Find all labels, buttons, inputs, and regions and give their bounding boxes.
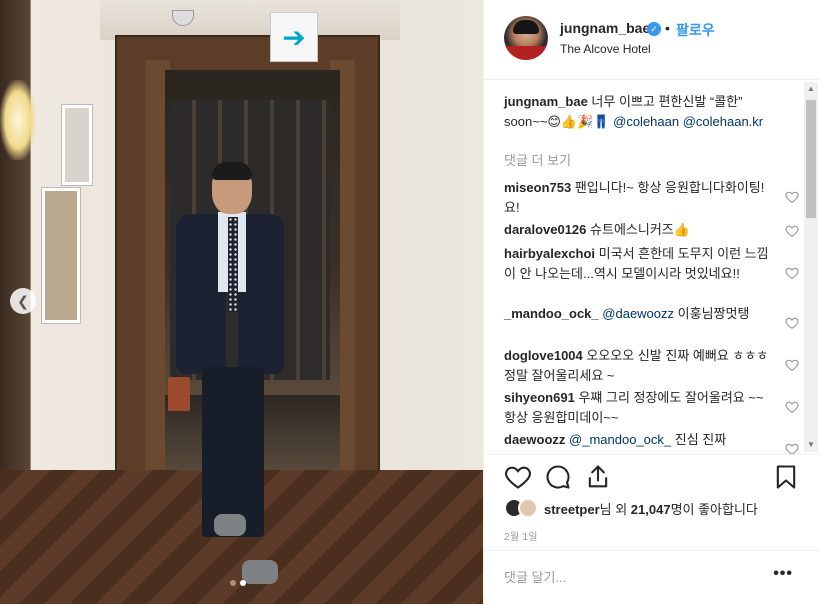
likes-row: streetper님 외 21,047명이 좋아합니다 [504,496,758,520]
heart-icon[interactable] [504,463,532,491]
likes-text[interactable]: streetper님 외 21,047명이 좋아합니다 [544,499,758,518]
chevron-left-icon[interactable]: ❮ [10,288,36,314]
photo-lamp [0,80,36,160]
more-options-icon[interactable]: ••• [773,565,793,583]
heart-icon[interactable] [785,224,799,238]
separator-dot: • [665,20,670,36]
comment-input[interactable]: 댓글 달기... [504,567,566,586]
scroll-down-icon[interactable]: ▼ [804,438,818,452]
scroll-up-icon[interactable]: ▲ [804,82,818,96]
follow-button[interactable]: 팔로우 [676,20,715,40]
likes-text-end: 명이 좋아합니다 [670,501,758,517]
verified-badge-icon: ✓ [647,22,661,36]
heart-icon[interactable] [785,266,799,280]
comments-scrollbar[interactable]: ▲ ▼ [804,82,818,452]
person-hair [212,162,252,180]
person-tie [228,217,238,312]
post-header: jungnam_bae ✓ • 팔로우 The Alcove Hotel [484,0,820,80]
comment-username[interactable]: daralove0126 [504,222,586,237]
comment-username[interactable]: sihyeon691 [504,390,575,405]
bookmark-icon[interactable] [772,463,800,491]
comment-icon[interactable] [544,463,572,491]
comment-item: _mandoo_ock_ @daewoozz 이훙님짱멋탱 [504,304,774,324]
comment-username[interactable]: hairbyalexchoi [504,246,595,261]
avatar[interactable] [504,16,548,60]
exit-arrow-icon: ➔ [270,12,318,62]
scrollbar-thumb[interactable] [806,100,816,218]
avatar-shirt [504,46,548,60]
comment-item: daralove0126 슈트에스니커즈👍 [504,220,774,240]
comment-tag[interactable]: @daewoozz [602,306,674,321]
heart-icon[interactable] [785,358,799,372]
likes-text-mid: 님 외 [599,501,631,517]
post-actions-bar [484,454,820,498]
person-shoe [242,560,278,584]
comments-list[interactable]: jungnam_bae 너무 이쁘고 편한신발 “콜한” soon~~😊👍🎉👖 … [484,80,820,454]
comment-username[interactable]: _mandoo_ock_ [504,306,599,321]
person-pants [202,367,264,537]
comment-item: daewoozz @_mandoo_ock_ 진심 진짜 [504,430,774,450]
person-cup [168,377,190,411]
comment-item: sihyeon691 우쨰 그리 정장에도 잘어울려요 ~~항상 응원합미데이~… [504,388,774,428]
comment-item: doglove1004 오오오오 신발 진짜 예뻐요 ㅎㅎㅎ 정말 잘어울리세요… [504,346,774,386]
comment-text: 이훙님짱멋탱 [677,306,750,321]
heart-icon[interactable] [785,316,799,330]
avatar-hair [513,20,539,34]
photo-person [168,162,288,592]
add-comment-bar: 댓글 달기... ••• [484,550,820,604]
share-icon[interactable] [584,463,612,491]
post-panel: jungnam_bae ✓ • 팔로우 The Alcove Hotel jun… [483,0,820,604]
comment-text: 슈트에스니커즈👍 [590,222,690,237]
username-link[interactable]: jungnam_bae [560,20,650,36]
post-caption: jungnam_bae 너무 이쁘고 편한신발 “콜한” soon~~😊👍🎉👖 … [504,92,784,132]
caption-username[interactable]: jungnam_bae [504,94,588,109]
carousel-dots [230,580,246,586]
post-photo[interactable]: ➔ ❮ [0,0,483,604]
carousel-dot-active [240,580,246,586]
comment-text: 진심 진짜 [674,432,727,447]
comment-tag[interactable]: @_mandoo_ock_ [569,432,671,447]
post-date[interactable]: 2월 1일 [504,528,538,543]
caption-tag[interactable]: @colehaan.kr [683,114,763,129]
caption-tag[interactable]: @colehaan [613,114,679,129]
comment-item: hairbyalexchoi 미국서 흔한데 도무지 이런 느낌이 안 나오는데… [504,244,774,284]
photo-wall-frame [42,188,80,323]
avatar[interactable] [518,498,538,518]
photo-ceiling [100,0,400,40]
photo-wall-frame [62,105,92,185]
heart-icon[interactable] [785,400,799,414]
location-link[interactable]: The Alcove Hotel [560,42,651,56]
heart-icon[interactable] [785,190,799,204]
liker-username[interactable]: streetper [544,502,600,517]
comment-item: miseon753 팬입니다!~ 항상 응원합니다화이팅!요! [504,178,774,218]
heart-icon[interactable] [785,442,799,454]
carousel-dot [230,580,236,586]
comment-username[interactable]: miseon753 [504,180,571,195]
likes-count[interactable]: 21,047 [631,502,671,517]
person-shoe [214,514,246,536]
comment-username[interactable]: daewoozz [504,432,565,447]
comment-username[interactable]: doglove1004 [504,348,583,363]
load-more-comments-button[interactable]: 댓글 더 보기 [504,150,571,169]
